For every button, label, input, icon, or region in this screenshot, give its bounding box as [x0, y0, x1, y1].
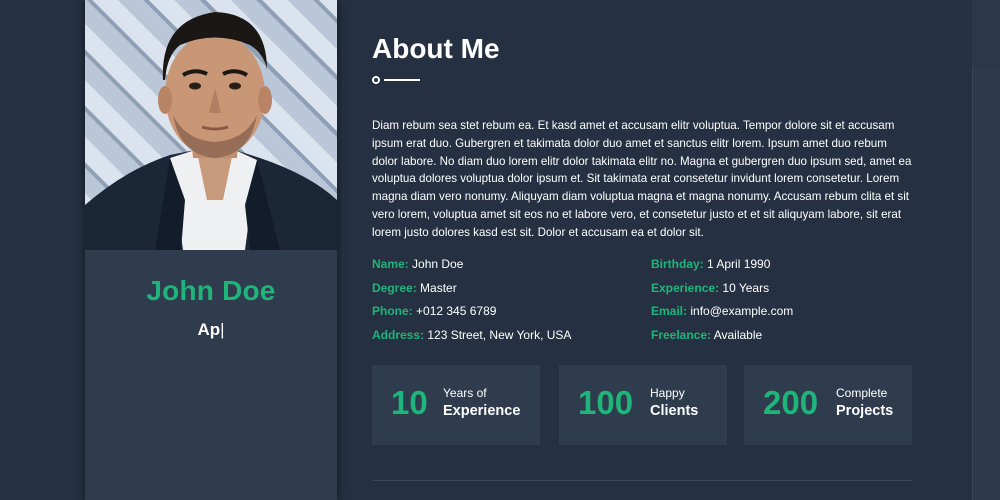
stat-number: 200 [763, 384, 819, 421]
info-value: 1 April 1990 [707, 257, 771, 271]
info-label: Experience: [651, 280, 720, 295]
info-value: 123 Street, New York, USA [427, 327, 572, 342]
info-row-name: Name: John Doe [372, 257, 632, 281]
info-label: Freelance: [651, 327, 712, 342]
info-label: Address: [372, 327, 425, 342]
bio-paragraph: Diam rebum sea stet rebum ea. Et kasd am… [372, 119, 912, 239]
info-value: Master [420, 280, 457, 295]
right-edge-notch [972, 66, 1000, 500]
info-row-freelance: Freelance: Available [651, 328, 911, 352]
divider-dot [372, 76, 380, 84]
stat-number: 100 [578, 384, 634, 421]
stat-experience: 10 Years of Experience [372, 365, 540, 445]
info-label: Degree: [372, 280, 417, 295]
info-value: +012 345 6789 [416, 304, 497, 318]
info-label: Email: [651, 304, 688, 318]
stat-number: 10 [391, 384, 428, 421]
stat-title: Clients [650, 403, 699, 419]
info-row-experience: Experience: 10 Years [651, 281, 911, 305]
info-row-email: Email: info@example.com [651, 304, 911, 328]
divider-line [384, 79, 420, 81]
profile-name: John Doe [146, 275, 276, 306]
info-label: Name: [372, 257, 409, 271]
info-row-phone: Phone: +012 345 6789 [372, 304, 632, 328]
profile-card: John Doe Ap| [85, 0, 337, 500]
profile-photo [85, 0, 337, 250]
title-divider [372, 75, 422, 85]
info-value: info@example.com [690, 304, 794, 318]
right-edge-panel [972, 0, 1000, 500]
info-row-birthday: Birthday: 1 April 1990 [651, 257, 911, 281]
stat-caption: Years of [443, 386, 487, 400]
info-label: Phone: [372, 304, 413, 318]
info-value: John Doe [412, 257, 464, 271]
info-value: 10 Years [722, 280, 770, 295]
typed-role-text: Ap| [85, 320, 337, 340]
section-title: About Me [372, 33, 500, 64]
stat-projects: 200 Complete Projects [744, 365, 912, 445]
info-label: Birthday: [651, 257, 704, 271]
section-divider [372, 480, 912, 481]
info-column-left: Name: John Doe Degree: Master Phone: +01… [372, 257, 632, 351]
stat-title: Projects [836, 403, 894, 419]
stat-caption: Happy [650, 386, 685, 400]
info-row-degree: Degree: Master [372, 281, 632, 305]
typing-cursor: | [220, 320, 225, 339]
info-column-right: Birthday: 1 April 1990 Experience: 10 Ye… [651, 257, 911, 351]
stat-title: Experience [443, 403, 521, 419]
info-row-address: Address: 123 Street, New York, USA [372, 328, 632, 352]
stat-clients: 100 Happy Clients [559, 365, 727, 445]
info-value: Available [713, 327, 763, 342]
typed-role: Ap [197, 320, 221, 339]
stat-caption: Complete [836, 386, 888, 400]
stats-row: 10 Years of Experience 100 Happy Clients… [372, 365, 912, 445]
